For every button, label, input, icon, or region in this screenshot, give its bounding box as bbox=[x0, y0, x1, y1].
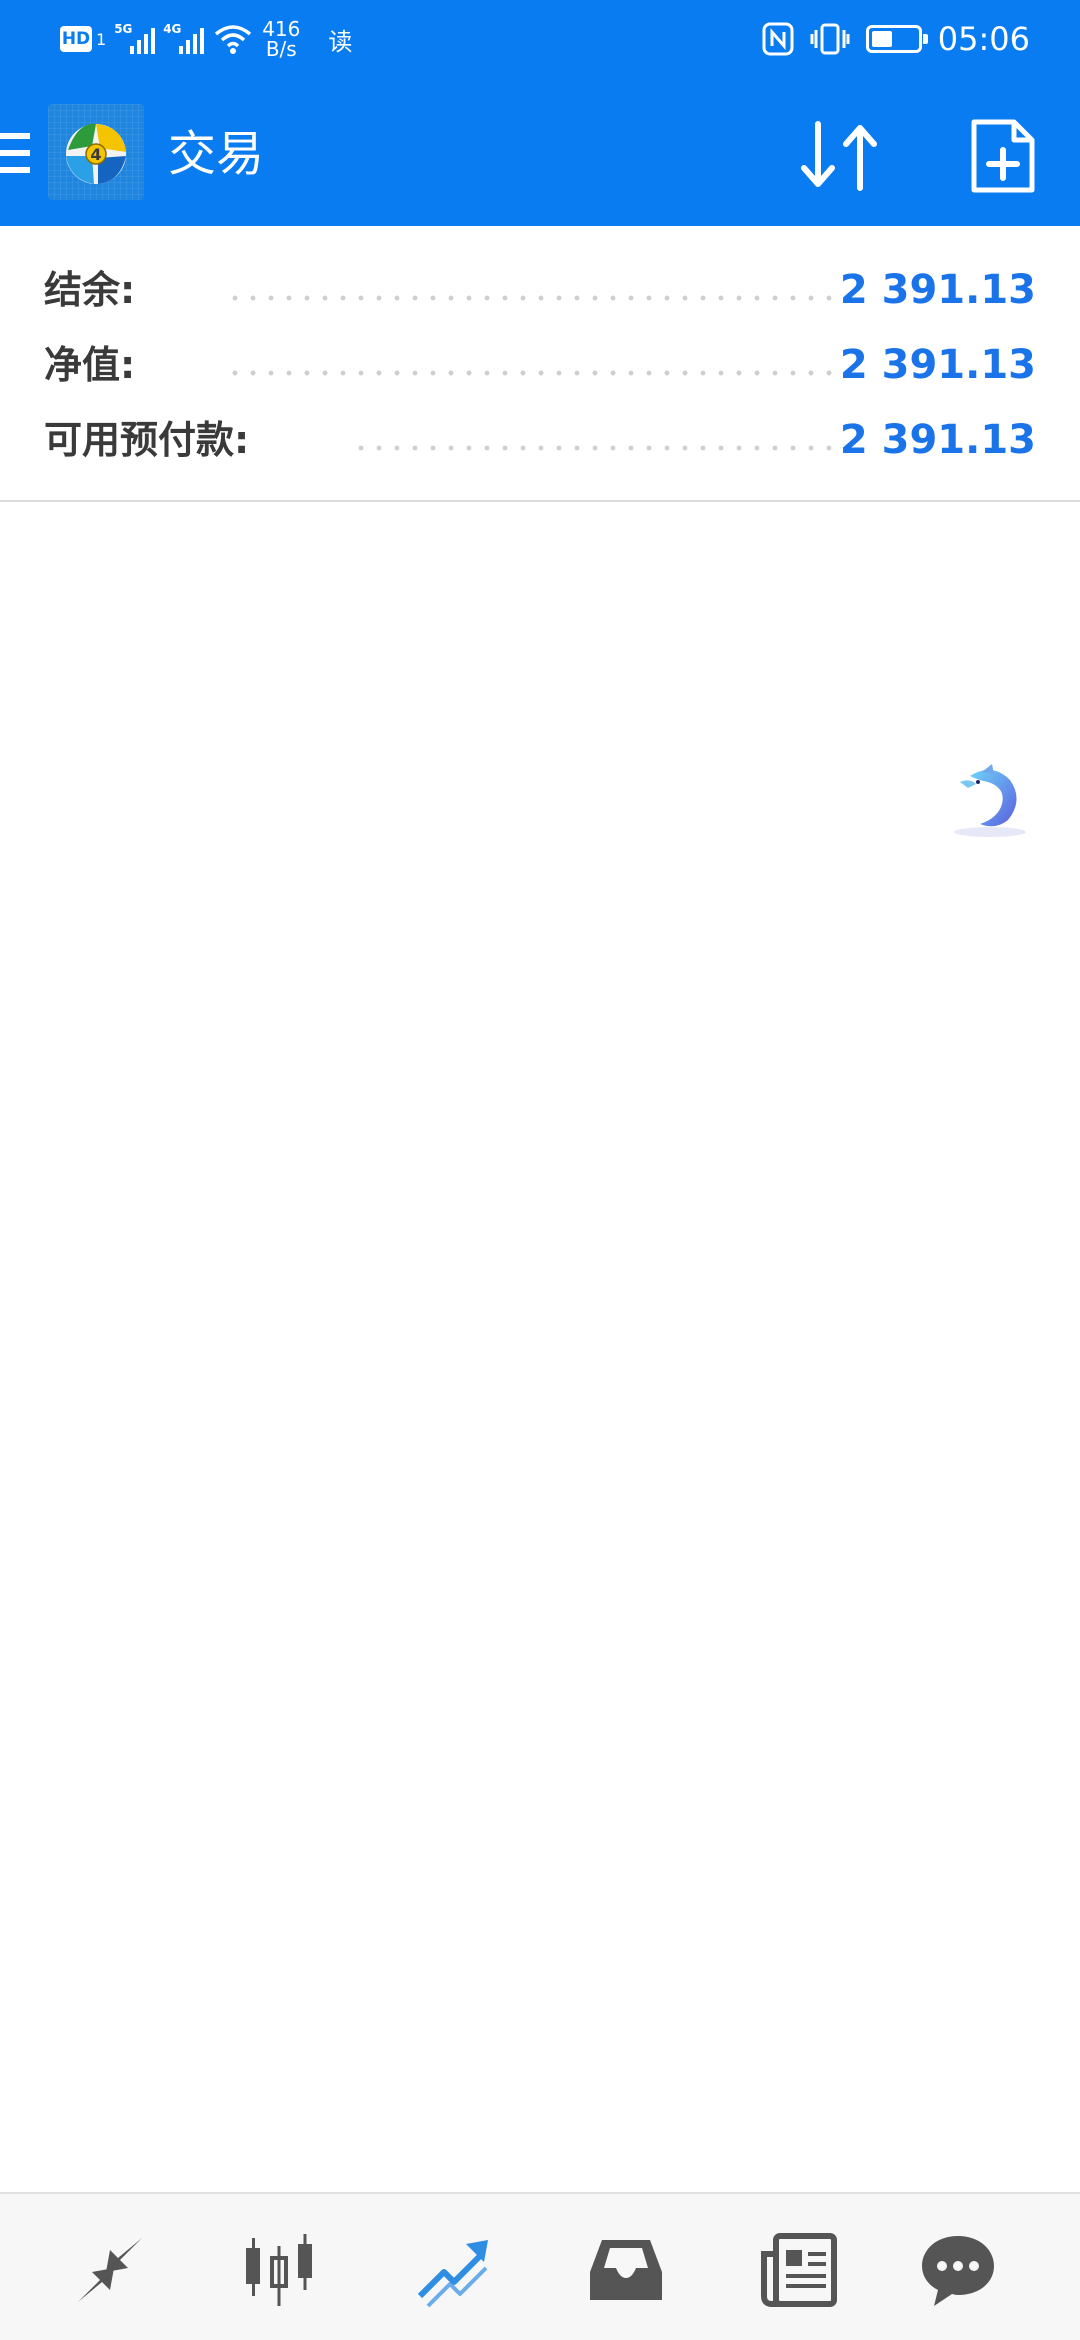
dot-leader bbox=[226, 295, 838, 301]
balance-label: 结余: bbox=[44, 268, 136, 312]
dot-leader bbox=[352, 445, 838, 451]
speed-value: 416 bbox=[262, 17, 301, 41]
signal-icon: 5G bbox=[114, 22, 156, 54]
chat-icon[interactable] bbox=[918, 2230, 998, 2310]
app-bar: 4 交易 bbox=[0, 80, 1080, 226]
status-left: HD 1 5G 4G 416 B/s 读 bbox=[60, 14, 352, 64]
newspaper-icon[interactable] bbox=[758, 2230, 838, 2310]
wifi-icon bbox=[215, 25, 252, 54]
hd-icon: HD bbox=[60, 26, 92, 52]
dolphin-assistant-icon[interactable] bbox=[952, 760, 1028, 840]
account-summary: 结余: 2 391.13 净值: 2 391.13 可用预付款: 2 391.1… bbox=[0, 226, 1080, 502]
signal-1-label: 5G bbox=[114, 22, 133, 36]
nfc-icon bbox=[762, 22, 794, 56]
free-margin-value: 2 391.13 bbox=[839, 417, 1036, 463]
svg-text:4: 4 bbox=[90, 145, 101, 164]
trade-trend-icon[interactable] bbox=[414, 2230, 494, 2310]
battery-level bbox=[871, 31, 892, 47]
equity-label: 净值: bbox=[44, 343, 136, 387]
inbox-icon[interactable] bbox=[586, 2230, 666, 2310]
speed-unit: B/s bbox=[265, 37, 297, 61]
quotes-arrows-icon[interactable] bbox=[70, 2230, 150, 2310]
sim-number: 1 bbox=[96, 29, 107, 49]
balance-value: 2 391.13 bbox=[839, 267, 1036, 313]
candlestick-icon[interactable] bbox=[242, 2230, 322, 2310]
sort-icon[interactable] bbox=[796, 116, 888, 196]
status-right: 05:06 bbox=[762, 14, 1030, 64]
balance-row: 结余: 2 391.13 bbox=[0, 260, 1080, 320]
page-title: 交易 bbox=[168, 126, 265, 182]
vibrate-icon bbox=[810, 23, 850, 55]
network-speed: 416 B/s bbox=[262, 19, 300, 59]
dot-leader bbox=[226, 370, 838, 376]
bottom-nav bbox=[0, 2192, 1080, 2340]
menu-icon[interactable] bbox=[0, 133, 30, 173]
signal-icon: 4G bbox=[163, 22, 205, 54]
free-margin-row: 可用预付款: 2 391.13 bbox=[0, 410, 1080, 470]
metatrader-logo-icon[interactable]: 4 bbox=[48, 104, 144, 200]
signal-2-label: 4G bbox=[163, 22, 182, 36]
status-time: 05:06 bbox=[937, 20, 1030, 58]
equity-row: 净值: 2 391.13 bbox=[0, 335, 1080, 395]
free-margin-label: 可用预付款: bbox=[44, 418, 250, 462]
new-order-icon[interactable] bbox=[968, 116, 1038, 196]
equity-value: 2 391.13 bbox=[839, 342, 1036, 388]
status-bar: HD 1 5G 4G 416 B/s 读 05:06 bbox=[0, 0, 1080, 80]
reader-mode-icon: 读 bbox=[328, 27, 353, 56]
battery-icon bbox=[865, 25, 928, 53]
